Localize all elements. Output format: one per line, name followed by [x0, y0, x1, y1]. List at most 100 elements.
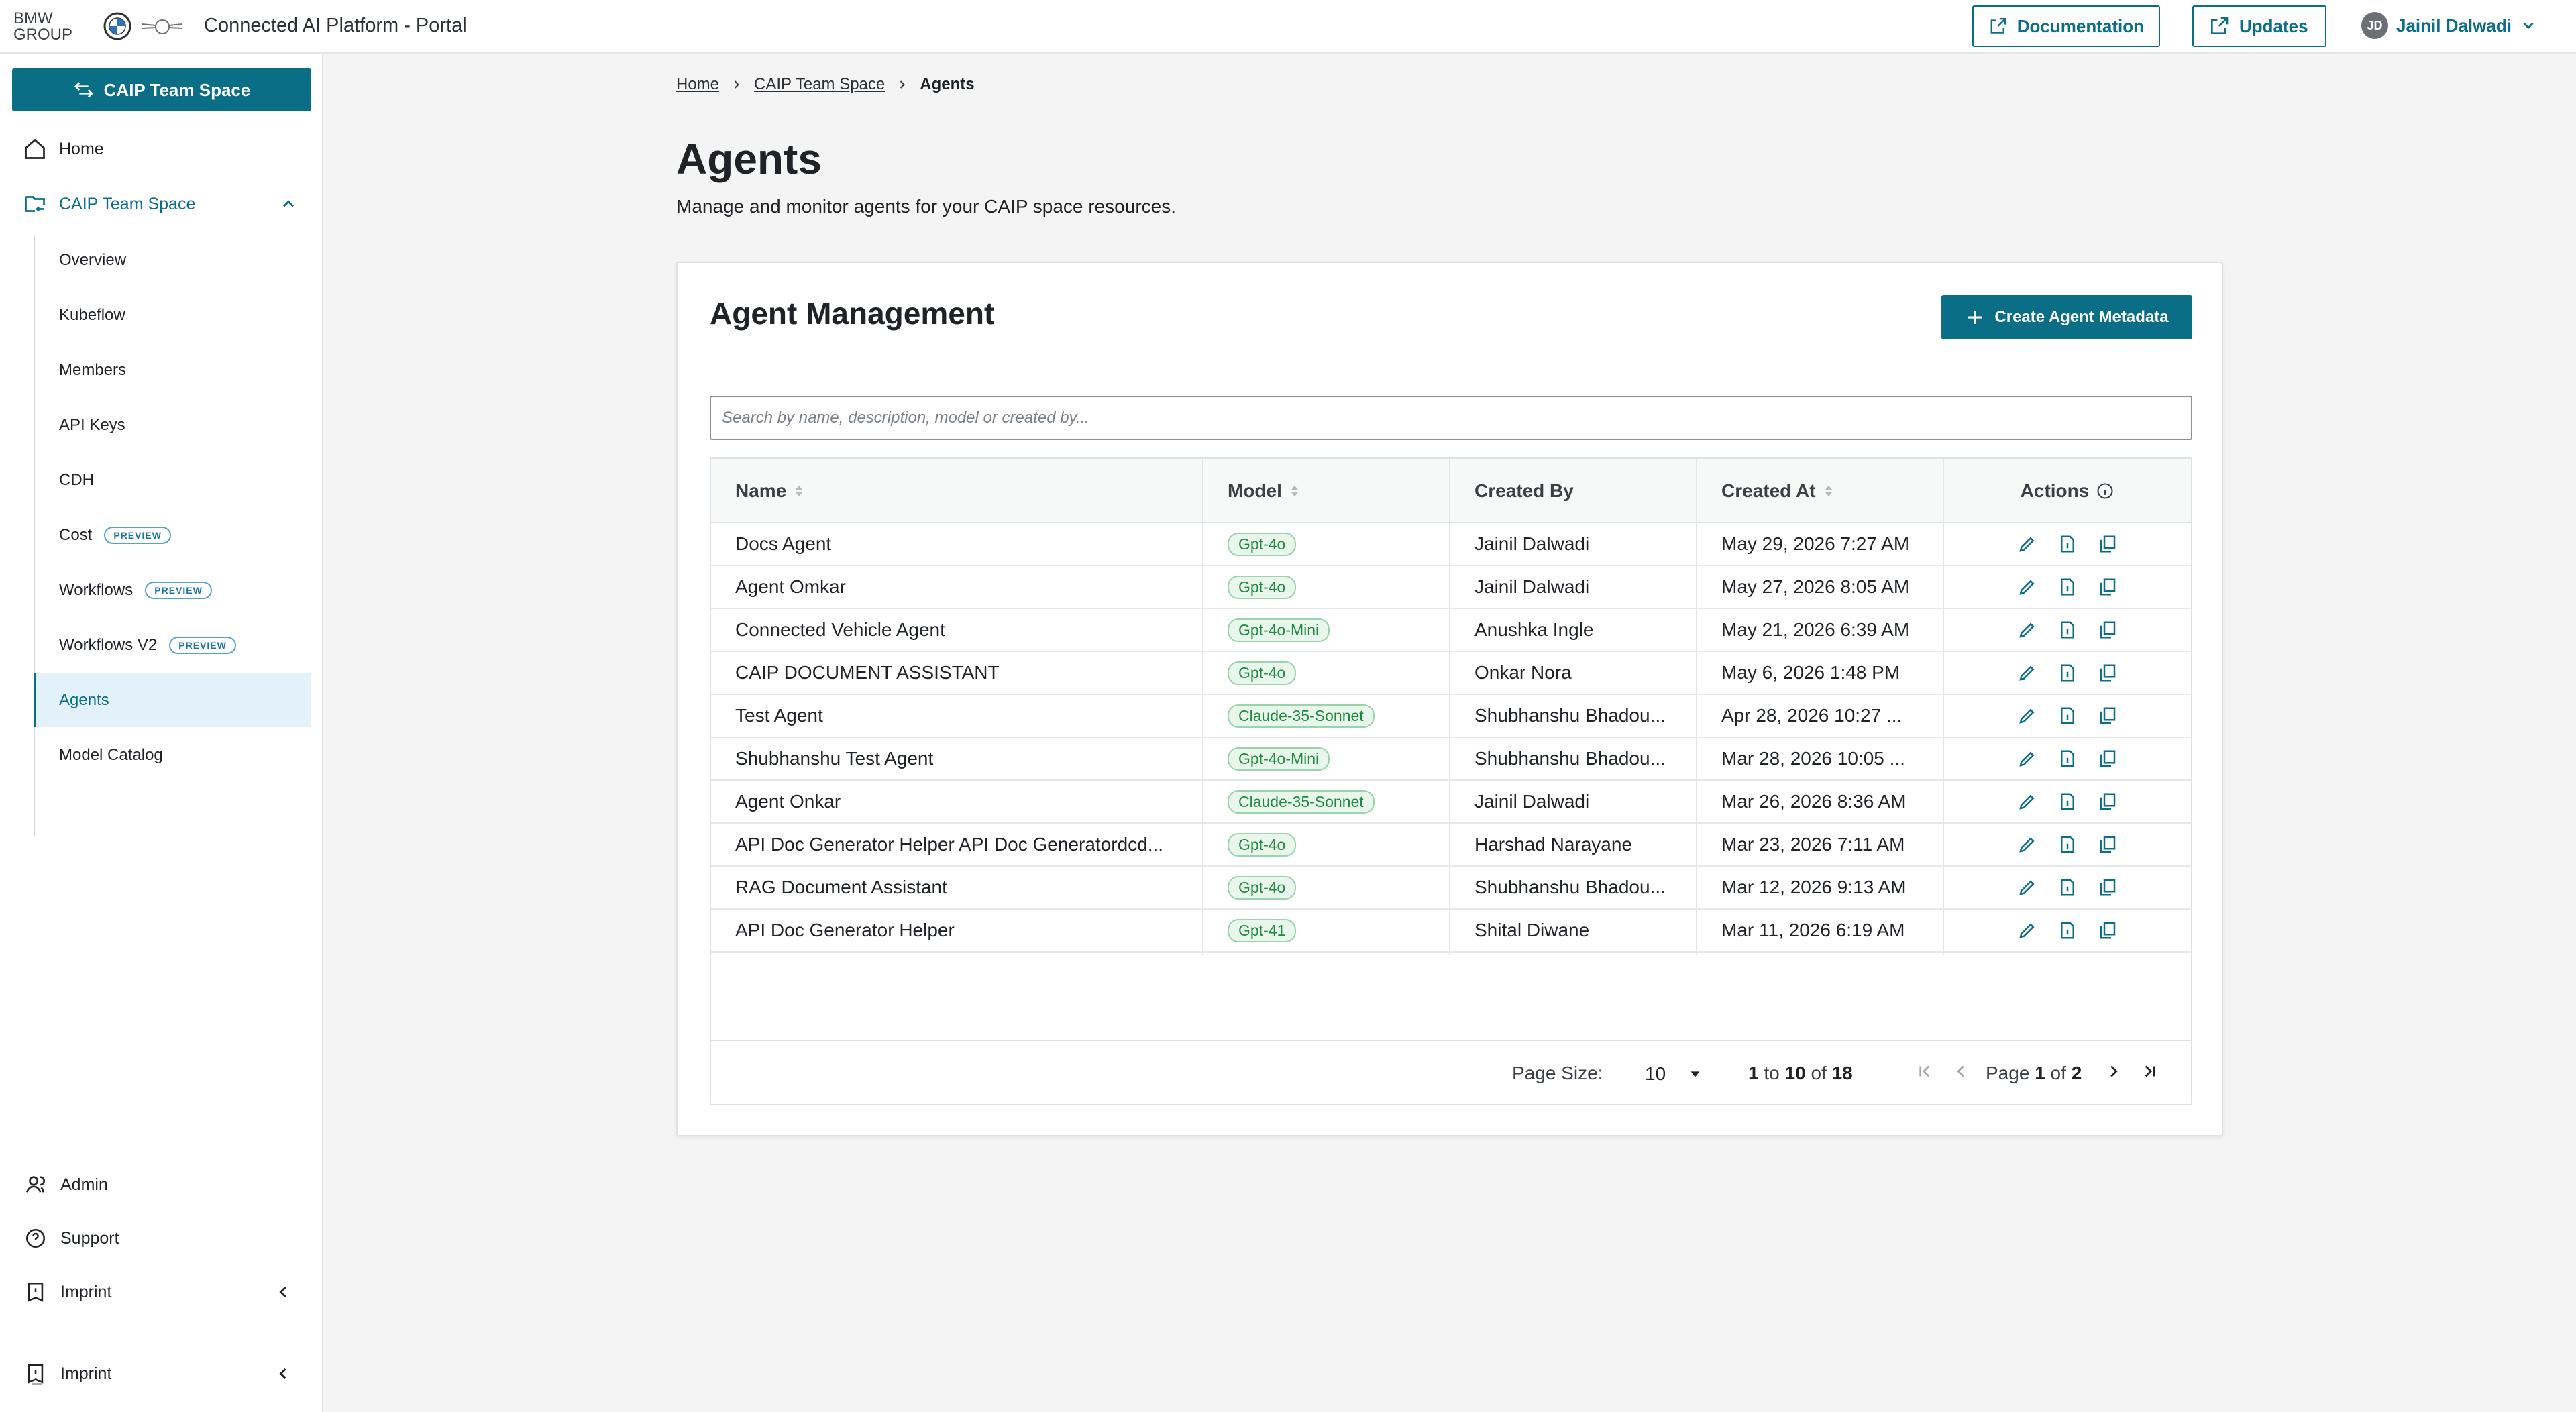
- cell-created-at: Mar 28, 2026 10:05 ...: [1721, 748, 1905, 769]
- edit-icon[interactable]: [2017, 877, 2037, 898]
- table-row[interactable]: Agent Onkar Claude-35-Sonnet Jainil Dalwad…: [711, 781, 2191, 824]
- sidebar-item-support[interactable]: Support: [12, 1214, 311, 1262]
- breadcrumb-home-link[interactable]: Home: [676, 75, 719, 94]
- chevron-left-icon[interactable]: [274, 1283, 292, 1301]
- edit-icon[interactable]: [2017, 706, 2037, 726]
- sidebar-item-agents[interactable]: Agents: [34, 673, 311, 727]
- sidebar-item-api-keys[interactable]: API Keys: [34, 398, 311, 452]
- updates-button[interactable]: Updates: [2192, 5, 2326, 47]
- sidebar-item-imprint-secondary[interactable]: Imprint: [12, 1350, 311, 1398]
- team-space-switch-button[interactable]: CAIP Team Space: [12, 68, 311, 111]
- column-header-created-by[interactable]: Created By: [1450, 459, 1697, 523]
- create-agent-metadata-button[interactable]: Create Agent Metadata: [1941, 295, 2192, 339]
- cell-model: Gpt-4o: [1203, 652, 1450, 694]
- documentation-button[interactable]: Documentation: [1972, 5, 2160, 47]
- copy-icon[interactable]: [2098, 834, 2118, 855]
- breadcrumb-space-link[interactable]: CAIP Team Space: [754, 75, 885, 94]
- copy-icon[interactable]: [2098, 577, 2118, 597]
- column-header-model[interactable]: Model: [1203, 459, 1450, 523]
- user-menu[interactable]: JD Jainil Dalwadi: [2361, 12, 2537, 39]
- sidebar-item-label: Imprint: [60, 1282, 112, 1301]
- sidebar-item-home[interactable]: Home: [12, 125, 311, 173]
- copy-icon[interactable]: [2098, 620, 2118, 640]
- cell-actions: [1944, 609, 2191, 651]
- card-title: Agent Management: [710, 296, 995, 331]
- table-row[interactable]: API Doc Generator Helper API Doc Generat…: [711, 824, 2191, 867]
- copy-icon[interactable]: [2098, 877, 2118, 898]
- sidebar-item-team-space[interactable]: CAIP Team Space: [12, 180, 311, 228]
- table-row[interactable]: Connected Vehicle Agent Gpt-4o-Mini Anushk…: [711, 609, 2191, 652]
- document-info-icon[interactable]: [2057, 663, 2078, 683]
- document-info-icon[interactable]: [2057, 749, 2078, 769]
- table-row[interactable]: RAG Document Assistant Gpt-4o Shubhanshu B…: [711, 867, 2191, 910]
- copy-icon[interactable]: [2098, 920, 2118, 940]
- sidebar-item-members[interactable]: Members: [34, 343, 311, 397]
- home-icon: [25, 138, 45, 159]
- previous-page-icon[interactable]: [1951, 1061, 1971, 1081]
- page-total: 2: [2071, 1063, 2082, 1083]
- table-row[interactable]: API Doc Generator Helper Gpt-41 Shital Diw…: [711, 910, 2191, 953]
- pagination-bar: Page Size: 10 1 to 10 of 18 Page 1 of 2: [711, 1040, 2191, 1104]
- document-info-icon[interactable]: [2057, 920, 2078, 940]
- next-page-icon[interactable]: [2104, 1061, 2124, 1081]
- column-header-created-at[interactable]: Created At: [1697, 459, 1944, 523]
- edit-icon[interactable]: [2017, 792, 2037, 812]
- cell-actions: [1944, 695, 2191, 737]
- last-page-icon[interactable]: [2140, 1061, 2160, 1081]
- table-row[interactable]: Docs Agent Gpt-4o Jainil Dalwadi May 29, 20…: [711, 523, 2191, 566]
- sidebar-item-label: CAIP Team Space: [59, 194, 196, 213]
- team-space-switch-label: CAIP Team Space: [103, 79, 251, 100]
- document-info-icon[interactable]: [2057, 877, 2078, 898]
- imprint-icon: [28, 1364, 44, 1384]
- page-size-select[interactable]: 10: [1637, 1057, 1708, 1091]
- document-info-icon[interactable]: [2057, 706, 2078, 726]
- sidebar-item-cost[interactable]: Cost PREVIEW: [34, 508, 311, 562]
- edit-icon[interactable]: [2017, 620, 2037, 640]
- bmw-group-logo[interactable]: BMW GROUP: [13, 9, 73, 44]
- info-icon[interactable]: [2096, 482, 2114, 500]
- sidebar-item-admin[interactable]: Admin: [12, 1160, 311, 1209]
- copy-icon[interactable]: [2098, 749, 2118, 769]
- cell-name: CAIP DOCUMENT ASSISTANT: [735, 662, 1000, 683]
- table-row[interactable]: Shubhanshu Test Agent Gpt-4o-Mini Shubhans…: [711, 738, 2191, 781]
- updates-label: Updates: [2239, 15, 2308, 36]
- plus-icon: [1968, 311, 1982, 324]
- table-row[interactable]: Agent Omkar Gpt-4o Jainil Dalwadi May 27, 2…: [711, 566, 2191, 609]
- search-input[interactable]: [710, 396, 2192, 440]
- chevron-left-icon[interactable]: [274, 1364, 292, 1383]
- document-info-icon[interactable]: [2057, 834, 2078, 855]
- bmw-roundel-icon: [103, 12, 131, 40]
- table-row[interactable]: Test Agent Claude-35-Sonnet Shubhanshu Bha…: [711, 695, 2191, 738]
- document-info-icon[interactable]: [2057, 577, 2078, 597]
- edit-icon[interactable]: [2017, 834, 2037, 855]
- cell-created-at: May 6, 2026 1:48 PM: [1721, 662, 1900, 683]
- column-header-name[interactable]: Name: [711, 459, 1203, 523]
- page-of-word: of: [2050, 1063, 2066, 1083]
- sidebar-item-overview[interactable]: Overview: [34, 233, 311, 287]
- sidebar-item-cdh[interactable]: CDH: [34, 453, 311, 507]
- copy-icon[interactable]: [2098, 792, 2118, 812]
- sidebar-item-kubeflow[interactable]: Kubeflow: [34, 288, 311, 342]
- chevron-up-icon[interactable]: [279, 195, 298, 213]
- edit-icon[interactable]: [2017, 749, 2037, 769]
- edit-icon[interactable]: [2017, 577, 2037, 597]
- table-row[interactable]: CAIP DOCUMENT ASSISTANT Gpt-4o Onkar Nora M…: [711, 652, 2191, 695]
- sidebar-item-workflows[interactable]: Workflows PREVIEW: [34, 563, 311, 617]
- edit-icon[interactable]: [2017, 663, 2037, 683]
- first-page-icon[interactable]: [1915, 1061, 1935, 1081]
- copy-icon[interactable]: [2098, 534, 2118, 554]
- document-info-icon[interactable]: [2057, 534, 2078, 554]
- sidebar-item-imprint[interactable]: Imprint: [12, 1268, 311, 1316]
- copy-icon[interactable]: [2098, 663, 2118, 683]
- cell-created-at: May 27, 2026 8:05 AM: [1721, 576, 1910, 597]
- edit-icon[interactable]: [2017, 534, 2037, 554]
- brand-line1: BMW: [13, 9, 53, 28]
- edit-icon[interactable]: [2017, 920, 2037, 940]
- document-info-icon[interactable]: [2057, 620, 2078, 640]
- sidebar-item-workflows-v2[interactable]: Workflows V2 PREVIEW: [34, 618, 311, 672]
- page-size-label: Page Size:: [1512, 1063, 1603, 1083]
- document-info-icon[interactable]: [2057, 792, 2078, 812]
- sidebar-item-model-catalog[interactable]: Model Catalog: [34, 728, 311, 782]
- brand-line2: GROUP: [13, 25, 73, 44]
- copy-icon[interactable]: [2098, 706, 2118, 726]
